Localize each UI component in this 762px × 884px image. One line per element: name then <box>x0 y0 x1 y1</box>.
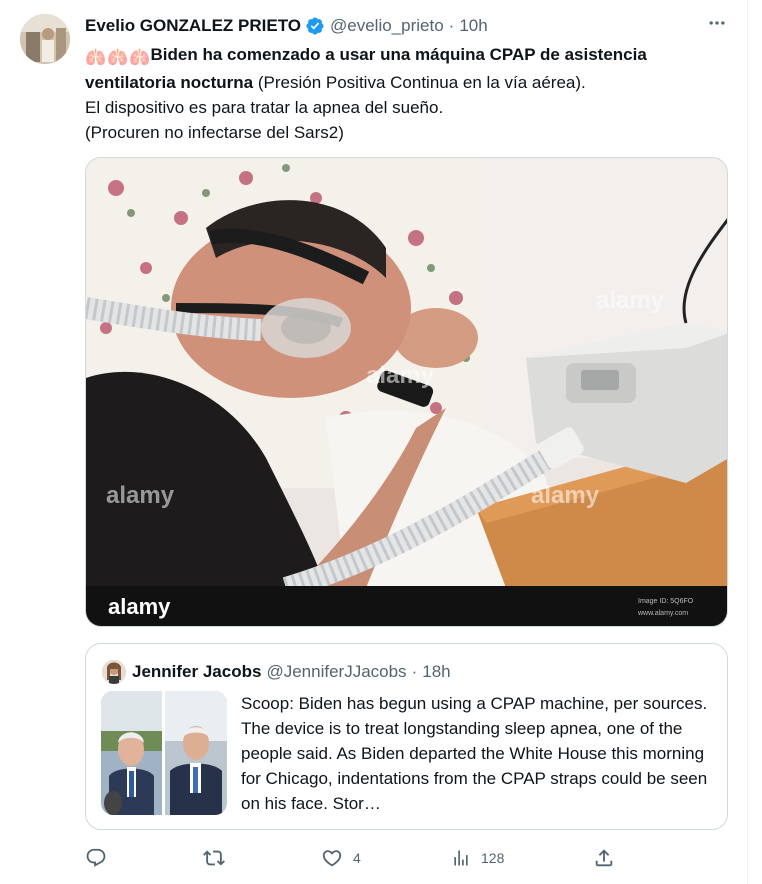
quoted-tweet-text: Scoop: Biden has begun using a CPAP mach… <box>241 694 708 813</box>
share-button[interactable] <box>593 842 615 874</box>
quoted-photo-2 <box>165 691 227 815</box>
like-count: 4 <box>353 850 361 866</box>
quoted-photo-1 <box>101 691 162 815</box>
more-horizontal-icon <box>707 13 727 38</box>
retweet-button[interactable] <box>203 842 235 874</box>
quoted-tweet[interactable]: Jennifer Jacobs @JenniferJJacobs · 18h S… <box>85 643 728 830</box>
lungs-icon: 🫁 <box>129 48 151 67</box>
tweet-header: Evelio GONZALEZ PRIETO @evelio_prieto · … <box>85 14 488 38</box>
tweet-text: 🫁 🫁 🫁 Biden ha comenzado a usar una máquin… <box>85 42 735 145</box>
quoted-author-handle[interactable]: @JenniferJJacobs <box>266 662 406 682</box>
watermark-text: alamy <box>531 482 600 509</box>
share-icon <box>593 847 615 869</box>
separator-dot: · <box>411 662 418 681</box>
quoted-tweet-header: Jennifer Jacobs @JenniferJJacobs · 18h <box>102 660 451 684</box>
lungs-icon: 🫁 <box>85 48 107 67</box>
lungs-icon: 🫁 <box>107 48 129 67</box>
media-site: www.alamy.com <box>637 610 688 617</box>
views-button[interactable]: 128 <box>451 842 504 874</box>
reply-button[interactable] <box>85 842 117 874</box>
quoted-tweet-timestamp[interactable]: 18h <box>422 662 450 682</box>
tweet-media-photo[interactable]: alamy alamy alamy alamy alamy Image ID: … <box>85 157 728 627</box>
reply-icon <box>85 847 107 869</box>
separator-dot: · <box>448 16 455 35</box>
more-options-button[interactable] <box>704 12 730 38</box>
tweet-text-rest: (Presión Positiva Continua en la vía aér… <box>253 73 586 92</box>
media-watermark: alamy <box>108 594 171 619</box>
media-image-id: Image ID: 5Q6FO <box>638 598 694 605</box>
author-display-name[interactable]: Evelio GONZALEZ PRIETO <box>85 16 301 36</box>
verified-badge-icon <box>305 16 325 36</box>
views-count: 128 <box>481 850 505 866</box>
watermark-text: alamy <box>366 362 435 389</box>
quoted-author-avatar[interactable] <box>102 660 126 684</box>
retweet-icon <box>203 847 225 869</box>
watermark-text: alamy <box>596 287 665 314</box>
quoted-author-display-name[interactable]: Jennifer Jacobs <box>132 662 261 682</box>
views-chart-icon <box>451 848 471 868</box>
timeline-border <box>747 0 748 884</box>
author-avatar[interactable] <box>20 14 70 64</box>
author-handle[interactable]: @evelio_prieto <box>330 16 444 36</box>
tweet-text-line2: El dispositivo es para tratar la apnea d… <box>85 98 444 117</box>
quoted-tweet-media[interactable] <box>101 691 227 815</box>
watermark-text: alamy <box>106 482 175 509</box>
lungs-emoji-group: 🫁 🫁 🫁 <box>85 45 151 70</box>
tweet-timestamp[interactable]: 10h <box>459 16 487 36</box>
tweet-action-bar: 4 128 <box>85 842 620 874</box>
heart-icon <box>321 847 343 869</box>
tweet-text-line3: (Procuren no infectarse del Sars2) <box>85 123 344 142</box>
like-button[interactable]: 4 <box>321 842 361 874</box>
